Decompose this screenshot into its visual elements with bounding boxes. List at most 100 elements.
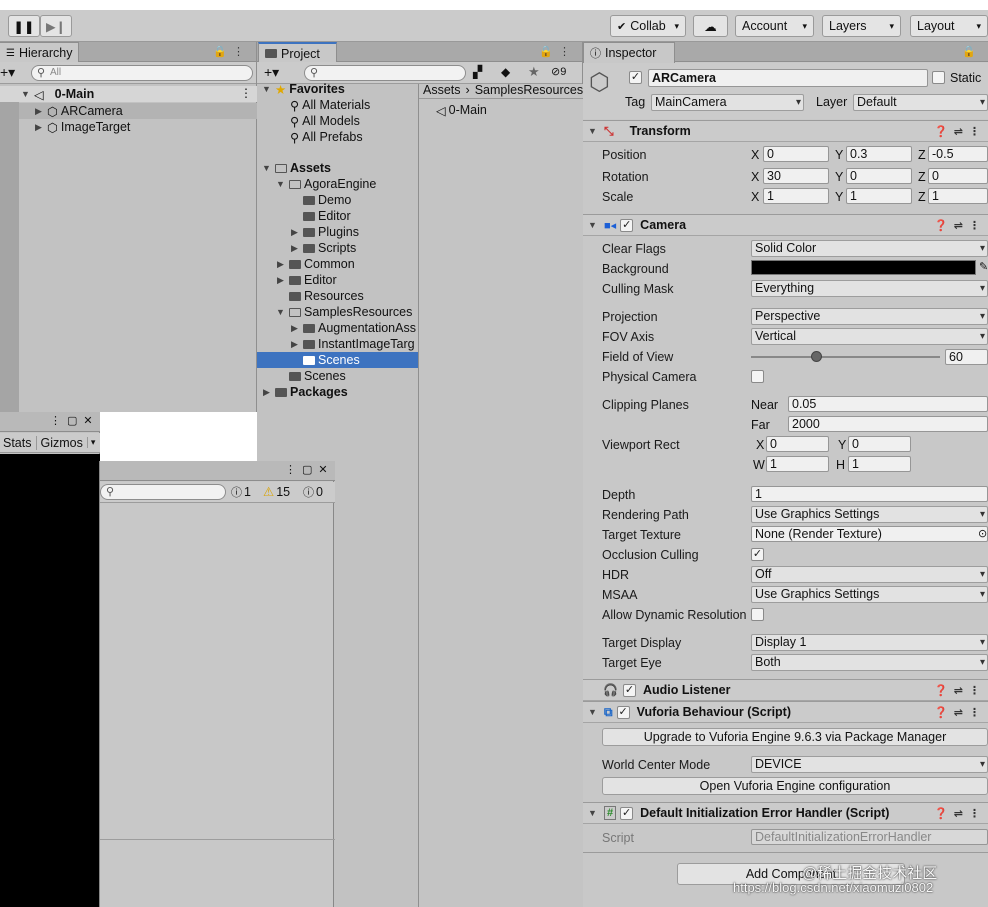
component-header-icons[interactable]: ❓⇌⋮ [934, 684, 986, 697]
physical-camera-checkbox[interactable] [751, 370, 764, 383]
audio-listener-header[interactable]: 🎧 ✓ Audio Listener ❓⇌⋮ [583, 679, 988, 701]
fov-value-field[interactable]: 60 [945, 349, 988, 365]
fov-axis-dropdown[interactable]: Vertical [751, 328, 988, 345]
packages-group[interactable]: ▶ Packages [261, 384, 348, 400]
viewport-w-field[interactable]: 1 [766, 456, 829, 472]
msaa-dropdown[interactable]: Use Graphics Settings [751, 586, 988, 603]
more-icon[interactable]: ⋮ [969, 220, 986, 232]
stats-button[interactable]: Stats [0, 435, 37, 450]
scale-x-field[interactable]: 1 [763, 188, 829, 204]
folder-item-scripts[interactable]: ▶ Scripts [289, 240, 356, 256]
breadcrumb-item[interactable]: Assets [423, 83, 461, 97]
close-icon[interactable]: ✕ [318, 464, 333, 476]
active-checkbox[interactable]: ✓ [629, 71, 642, 84]
hierarchy-search-input[interactable]: All [31, 65, 253, 81]
presets-icon[interactable]: ⇌ [954, 220, 969, 232]
account-dropdown[interactable]: Account ▾ [735, 15, 814, 37]
file-item-scene[interactable]: ◁ 0-Main [436, 102, 487, 118]
star-icon[interactable]: ★ [528, 64, 540, 80]
folder-item-resources[interactable]: Resources [289, 288, 364, 304]
help-icon[interactable]: ❓ [934, 126, 954, 138]
plus-icon[interactable]: +▾ [0, 64, 15, 81]
expand-arrow-icon[interactable]: ▶ [33, 122, 44, 133]
collab-button[interactable]: ✔ Collab ▾ [610, 15, 686, 37]
layer-dropdown[interactable]: Default [853, 94, 988, 111]
more-icon[interactable]: ⋮ [233, 46, 250, 58]
breadcrumb-item[interactable]: SamplesResources [475, 83, 583, 97]
more-icon[interactable]: ⋮ [969, 707, 986, 719]
close-icon[interactable]: ✕ [83, 415, 98, 427]
expand-arrow-icon[interactable]: ▶ [289, 323, 300, 334]
expand-arrow-icon[interactable]: ▼ [587, 220, 598, 230]
depth-field[interactable]: 1 [751, 486, 988, 502]
component-header-icons[interactable]: ❓⇌⋮ [934, 706, 986, 719]
position-z-field[interactable]: -0.5 [928, 146, 988, 162]
component-header-icons[interactable]: ❓⇌⋮ [934, 219, 986, 232]
tab-hierarchy[interactable]: ☰ Hierarchy [0, 42, 79, 63]
more-icon[interactable]: ⋮ [285, 464, 302, 476]
favorite-item[interactable]: ⚲ All Prefabs [290, 129, 363, 145]
static-checkbox[interactable] [932, 71, 945, 84]
plus-icon[interactable]: +▾ [264, 64, 279, 81]
fov-slider-thumb[interactable] [811, 351, 823, 362]
target-texture-field[interactable]: None (Render Texture) [751, 526, 988, 542]
more-icon[interactable]: ⋮ [969, 808, 986, 820]
error-handler-header[interactable]: ▼ # ✓ Default Initialization Error Handl… [583, 802, 988, 824]
component-header-icons[interactable]: ❓⇌⋮ [934, 807, 986, 820]
folder-item-scenes[interactable]: Scenes [289, 368, 346, 384]
favorite-item[interactable]: ⚲ All Materials [290, 97, 370, 113]
hidden-packages-toggle[interactable]: ⊘9 [551, 65, 566, 78]
favorite-item[interactable]: ⚲ All Models [290, 113, 360, 129]
help-icon[interactable]: ❓ [934, 707, 954, 719]
help-icon[interactable]: ❓ [934, 685, 954, 697]
hdr-dropdown[interactable]: Off [751, 566, 988, 583]
folder-item-scenes-selected[interactable]: Scenes [303, 352, 360, 368]
folder-item-instantimagetarget[interactable]: ▶ InstantImageTarg [289, 336, 418, 352]
rotation-y-field[interactable]: 0 [846, 168, 912, 184]
viewport-x-field[interactable]: 0 [766, 436, 829, 452]
more-icon[interactable]: ⋮ [559, 46, 576, 58]
scale-y-field[interactable]: 1 [846, 188, 912, 204]
tab-inspector[interactable]: ⓘ Inspector [583, 42, 675, 63]
chevron-down-icon[interactable]: ▾ [86, 437, 95, 448]
more-icon[interactable]: ⋮ [50, 415, 67, 427]
rotation-z-field[interactable]: 0 [928, 168, 988, 184]
target-eye-dropdown[interactable]: Both [751, 654, 988, 671]
expand-arrow-icon[interactable]: ▼ [587, 808, 598, 818]
camera-enabled-checkbox[interactable]: ✓ [620, 218, 634, 232]
game-view-canvas[interactable] [0, 454, 100, 907]
expand-arrow-icon[interactable]: ▶ [289, 243, 300, 254]
error-toggle[interactable]: ⓘ 0 [303, 484, 323, 500]
folder-item-agoraengine[interactable]: ▼ AgoraEngine [275, 176, 376, 192]
vuforia-header[interactable]: ▼ ⧉ ✓ Vuforia Behaviour (Script) ❓⇌⋮ [583, 701, 988, 723]
presets-icon[interactable]: ⇌ [954, 808, 969, 820]
error-handler-checkbox[interactable]: ✓ [620, 806, 634, 820]
maximize-icon[interactable]: ▢ [302, 464, 318, 476]
expand-arrow-icon[interactable]: ▶ [289, 339, 300, 350]
camera-header[interactable]: ▼ ■◂ ✓ Camera ❓⇌⋮ [583, 214, 988, 236]
world-center-dropdown[interactable]: DEVICE [751, 756, 988, 773]
expand-arrow-icon[interactable]: ▼ [275, 307, 286, 317]
warning-toggle[interactable]: ⚠ 15 [263, 484, 290, 500]
expand-arrow-icon[interactable]: ▶ [275, 259, 286, 270]
filter-type-icon[interactable]: ▞ [473, 65, 482, 79]
expand-arrow-icon[interactable]: ▼ [261, 163, 272, 173]
project-search-input[interactable] [304, 65, 466, 81]
object-name-input[interactable]: ARCamera [648, 69, 928, 87]
pause-button[interactable]: ❚❚ [8, 15, 40, 37]
clear-flags-dropdown[interactable]: Solid Color [751, 240, 988, 257]
viewport-h-field[interactable]: 1 [848, 456, 911, 472]
expand-arrow-icon[interactable]: ▶ [261, 387, 272, 398]
window-controls[interactable]: ⋮▢✕ [285, 463, 334, 476]
dynamic-resolution-checkbox[interactable] [751, 608, 764, 621]
culling-mask-dropdown[interactable]: Everything [751, 280, 988, 297]
scale-z-field[interactable]: 1 [928, 188, 988, 204]
rotation-x-field[interactable]: 30 [763, 168, 829, 184]
tag-dropdown[interactable]: MainCamera [651, 94, 804, 111]
more-icon[interactable]: ⋮ [969, 126, 986, 138]
vuforia-enabled-checkbox[interactable]: ✓ [616, 705, 630, 719]
presets-icon[interactable]: ⇌ [954, 126, 969, 138]
presets-icon[interactable]: ⇌ [954, 707, 969, 719]
lock-icon[interactable]: 🔒 [213, 46, 233, 58]
component-header-icons[interactable]: ❓⇌⋮ [934, 125, 986, 138]
